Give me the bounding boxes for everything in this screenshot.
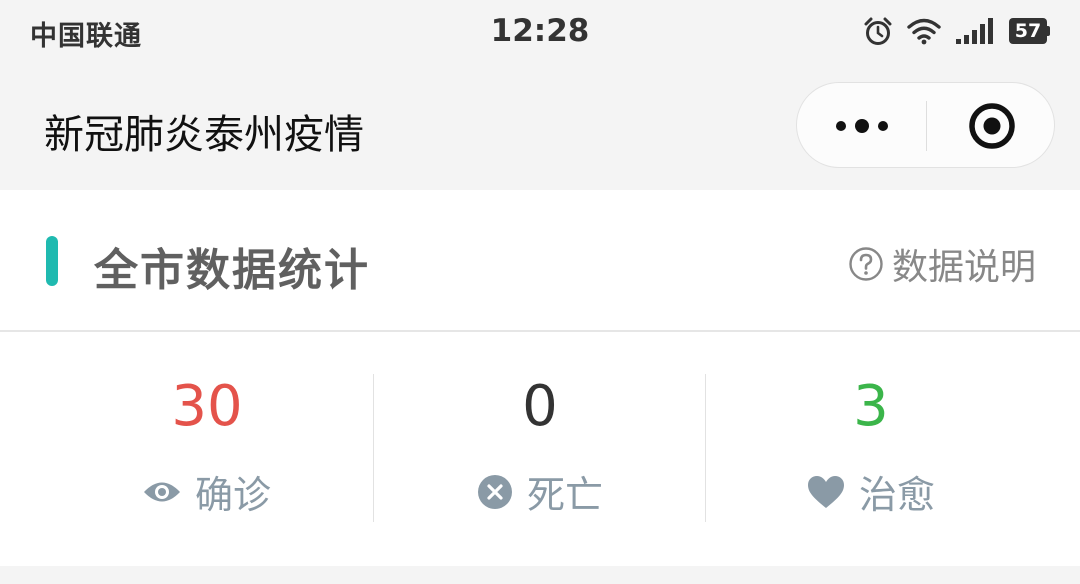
city-stats-card: 全市数据统计 数据说明 30 确诊 0 死亡 3 治愈: [0, 190, 1080, 566]
section-header: 全市数据统计 数据说明: [0, 190, 1080, 332]
deaths-label-row: 死亡: [360, 464, 720, 519]
more-button[interactable]: [797, 83, 926, 169]
eye-icon: [143, 482, 180, 501]
more-dots-icon: [835, 119, 888, 133]
data-explanation-link[interactable]: 数据说明: [848, 238, 1036, 290]
battery-level: 57: [1009, 18, 1047, 44]
status-bar: 中国联通 12:28 57: [0, 0, 1080, 62]
x-circle-icon: [477, 474, 512, 509]
question-circle-icon: [849, 247, 883, 281]
system-icons: 57: [863, 14, 1050, 48]
mini-program-capsule: [796, 82, 1055, 168]
cured-label: 治愈: [858, 473, 935, 517]
battery-icon: 57: [1009, 18, 1050, 44]
section-title: 全市数据统计: [94, 245, 370, 296]
confirmed-label-row: 确诊: [27, 464, 387, 519]
stats-row: 30 确诊 0 死亡 3 治愈: [0, 332, 1080, 566]
signal-icon: [956, 18, 993, 44]
cured-count: 3: [853, 374, 889, 439]
confirmed-count: 30: [171, 374, 243, 439]
stat-deaths: 0 死亡: [360, 332, 720, 566]
page-title: 新冠肺炎泰州疫情: [44, 112, 364, 158]
cured-label-row: 治愈: [691, 464, 1051, 519]
alarm-icon: [864, 17, 892, 45]
deaths-label: 死亡: [526, 473, 603, 517]
heart-icon: [807, 475, 844, 508]
data-explanation-label: 数据说明: [891, 247, 1036, 288]
deaths-count: 0: [522, 374, 558, 439]
close-target-icon: [968, 103, 1015, 149]
wifi-icon: [907, 18, 941, 45]
nav-bar: 新冠肺炎泰州疫情: [0, 62, 1080, 190]
stat-cured: 3 治愈: [691, 332, 1051, 566]
confirmed-label: 确诊: [194, 473, 271, 517]
stat-confirmed: 30 确诊: [27, 332, 387, 566]
close-button[interactable]: [927, 83, 1056, 169]
accent-bar: [46, 236, 58, 286]
